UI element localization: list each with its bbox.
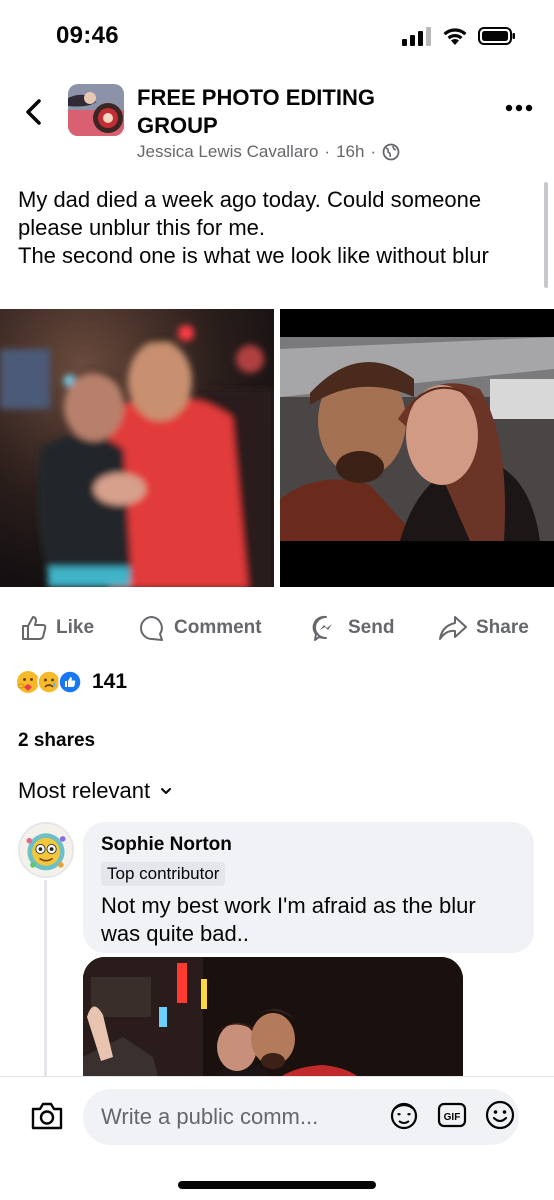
thumbs-up-icon [22, 616, 47, 640]
post-header: FREE PHOTO EDITING GROUP Jessica Lewis C… [0, 78, 554, 178]
composer-icons: GIF [388, 1099, 516, 1131]
group-avatar[interactable] [68, 84, 124, 136]
post-author[interactable]: Jessica Lewis Cavallaro [137, 142, 318, 162]
like-reaction-icon [58, 670, 82, 694]
share-arrow-icon [439, 616, 467, 640]
status-icons [402, 26, 516, 46]
home-indicator[interactable] [178, 1181, 376, 1189]
post-body: My dad died a week ago today. Could some… [18, 187, 489, 268]
reaction-count: 141 [92, 670, 128, 693]
avatar-sticker-icon[interactable] [388, 1099, 420, 1131]
emoji-icon[interactable] [484, 1099, 516, 1131]
post-actions: Like Comment Send Share [0, 608, 554, 648]
comment-thread-line [44, 880, 47, 1080]
comment-bubble[interactable]: Sophie Norton Top contributor Not my bes… [83, 822, 534, 953]
meta-separator: · [324, 142, 331, 161]
send-button[interactable]: Send [312, 614, 394, 642]
messenger-icon [312, 615, 332, 641]
gif-icon[interactable]: GIF [436, 1099, 468, 1131]
group-name[interactable]: FREE PHOTO EDITING GROUP [137, 84, 437, 140]
chevron-down-icon [161, 788, 172, 794]
post-photo-reference[interactable] [280, 309, 554, 587]
comment-text: Not my best work I'm afraid as the blur … [101, 893, 476, 946]
globe-icon [382, 143, 400, 161]
comment-button[interactable]: Comment [138, 614, 262, 642]
comment-author[interactable]: Sophie Norton [101, 834, 516, 856]
sort-label: Most relevant [18, 778, 151, 803]
send-label: Send [348, 617, 395, 638]
comment-composer: GIF [0, 1076, 554, 1200]
comment-label: Comment [174, 617, 262, 638]
reaction-summary[interactable]: 141 [16, 670, 127, 694]
post-photos [0, 309, 554, 587]
signal-icon [402, 27, 431, 46]
gif-label: GIF [444, 1112, 461, 1123]
like-button[interactable]: Like [20, 614, 94, 642]
share-button[interactable]: Share [438, 614, 529, 642]
share-count[interactable]: 2 shares [18, 730, 95, 752]
share-label: Share [476, 617, 529, 638]
post-time[interactable]: 16h [336, 142, 364, 162]
back-arrow-icon[interactable] [20, 96, 48, 128]
post-meta: Jessica Lewis Cavallaro · 16h · [137, 142, 400, 162]
top-contributor-badge: Top contributor [101, 862, 226, 886]
comment-bubble-icon [140, 616, 163, 641]
post-photo-blurred[interactable] [0, 309, 274, 587]
like-label: Like [56, 617, 95, 638]
post-text: My dad died a week ago today. Could some… [18, 186, 538, 270]
wifi-icon [443, 28, 467, 45]
camera-icon[interactable] [30, 1101, 64, 1131]
comment-sort-dropdown[interactable]: Most relevant [18, 778, 172, 804]
battery-icon [478, 27, 515, 45]
scroll-indicator [544, 182, 548, 288]
meta-separator: · [370, 142, 377, 161]
commenter-avatar[interactable] [18, 822, 74, 878]
more-options-icon[interactable] [504, 102, 534, 114]
status-time: 09:46 [56, 22, 119, 49]
status-bar: 09:46 [0, 0, 554, 70]
